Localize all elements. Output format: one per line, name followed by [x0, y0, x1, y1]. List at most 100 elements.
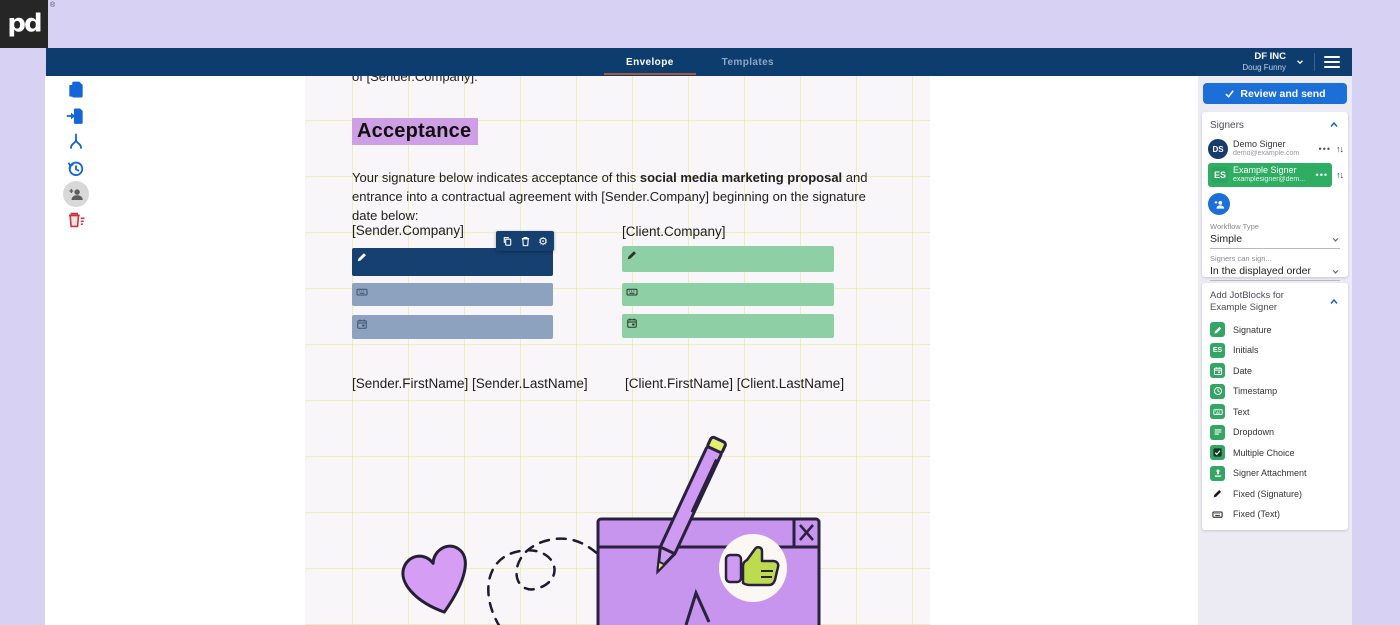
avatar: DS: [1208, 139, 1228, 159]
jotblock-date[interactable]: Date: [1202, 361, 1348, 382]
logo-text: pd: [7, 9, 42, 39]
caret-down-icon: [1332, 269, 1339, 274]
signer-row-demo[interactable]: DS Demo Signer demo@example.com ••• ↑↓: [1202, 136, 1348, 162]
signer-info[interactable]: Example Signer examplesigner@dem...: [1233, 165, 1311, 184]
add-person-icon: [1214, 200, 1224, 209]
tab-envelope[interactable]: Envelope: [604, 48, 696, 76]
caret-down-icon: [1332, 237, 1339, 242]
jotblock-signature[interactable]: Signature: [1202, 320, 1348, 341]
duplicate-field-icon[interactable]: [502, 236, 513, 247]
jotblock-initials[interactable]: ES Initials: [1202, 340, 1348, 361]
client-name-line: [Client.FirstName] [Client.LastName]: [625, 376, 845, 391]
pen-icon: [1210, 322, 1225, 338]
workflow-type-value: Simple: [1210, 233, 1243, 245]
signer-name: Example Signer: [1233, 165, 1297, 176]
jotblock-label: Fixed (Text): [1233, 509, 1281, 520]
check-icon: [1225, 90, 1235, 98]
jotblock-label: Dropdown: [1233, 427, 1275, 438]
signer-email: examplesigner@dem...: [1233, 176, 1306, 184]
app-logo[interactable]: pd: [0, 0, 48, 48]
delete-icon[interactable]: [62, 207, 90, 233]
document-heading: Acceptance: [352, 118, 479, 145]
add-signer-button[interactable]: [1208, 193, 1230, 215]
jotblock-signer-attachment[interactable]: Signer Attachment: [1202, 463, 1348, 484]
field-settings-icon[interactable]: ⚙: [538, 236, 548, 247]
workspace: of [Sender.Company]. Acceptance Your sig…: [45, 76, 1352, 625]
document-paragraph: Your signature below indicates acceptanc…: [352, 168, 886, 225]
tab-templates[interactable]: Templates: [718, 48, 778, 76]
jotblocks-header-label: Add JotBlocks for Example Signer: [1210, 290, 1284, 315]
pen-icon: [357, 253, 366, 262]
calendar-icon: [357, 319, 367, 329]
chevron-up-icon[interactable]: [1328, 296, 1340, 308]
left-toolbar: [48, 77, 104, 233]
signers-card-header: Signers: [1202, 112, 1348, 136]
jotblocks-header-line1: Add JotBlocks for: [1210, 290, 1284, 301]
jotblock-fixed-signature[interactable]: Fixed (Signature): [1202, 484, 1348, 505]
signer-menu-icon[interactable]: •••: [1319, 144, 1331, 154]
jotblock-multiple-choice[interactable]: Multiple Choice: [1202, 443, 1348, 464]
add-signer-icon[interactable]: [63, 181, 89, 207]
checkbox-icon: [1210, 445, 1225, 461]
client-signature-field[interactable]: [622, 246, 834, 272]
account-user: Doug Funny: [1242, 62, 1286, 72]
chevron-up-icon[interactable]: [1328, 119, 1340, 131]
avatar: ES: [1212, 167, 1229, 183]
jotblock-fixed-text[interactable]: Fixed (Text): [1202, 504, 1348, 525]
reorder-arrows-icon[interactable]: ↑↓: [1336, 144, 1344, 154]
menu-icon[interactable]: [1324, 56, 1340, 68]
keyboard-outline-icon: [1210, 507, 1225, 522]
signer-email: demo@example.com: [1233, 150, 1300, 158]
nav-tabs: Envelope Templates: [604, 48, 778, 76]
initials-icon: ES: [1210, 342, 1225, 358]
account-company: DF INC: [1254, 50, 1286, 62]
heart-shape: [401, 544, 467, 614]
registered-trademark: ®: [50, 2, 56, 9]
chevron-down-icon[interactable]: [1295, 57, 1305, 67]
jotblock-label: Multiple Choice: [1233, 447, 1295, 458]
jotblock-text[interactable]: Text: [1202, 402, 1348, 423]
keyboard-icon: [356, 288, 368, 296]
jotblock-label: Signature: [1233, 324, 1272, 335]
document-canvas[interactable]: of [Sender.Company]. Acceptance Your sig…: [305, 76, 930, 625]
jotblock-label: Date: [1233, 365, 1253, 376]
paragraph-pre: Your signature below indicates acceptanc…: [352, 170, 640, 185]
reorder-arrows-icon[interactable]: ↑↓: [1336, 170, 1344, 180]
delete-field-icon[interactable]: [520, 236, 531, 247]
sender-text-field[interactable]: [352, 283, 553, 306]
signers-card: Signers DS Demo Signer demo@example.com …: [1202, 112, 1348, 281]
client-text-field[interactable]: [622, 283, 834, 306]
review-and-send-button[interactable]: Review and send: [1203, 83, 1347, 104]
jotblocks-card-header: Add JotBlocks for Example Signer: [1202, 283, 1348, 320]
jotblock-timestamp[interactable]: Timestamp: [1202, 381, 1348, 402]
jotblocks-card: Add JotBlocks for Example Signer Signatu…: [1202, 283, 1348, 530]
history-icon[interactable]: [62, 155, 90, 181]
list-icon: [1210, 424, 1225, 440]
review-button-label: Review and send: [1240, 87, 1326, 100]
signer-info[interactable]: Demo Signer demo@example.com: [1233, 139, 1314, 158]
highlighted-heading: Acceptance: [352, 118, 479, 145]
calendar-icon: [627, 318, 637, 328]
account-switcher[interactable]: DF INC Doug Funny: [1242, 50, 1286, 72]
document-clipped-text: of [Sender.Company].: [352, 76, 478, 84]
account-area: DF INC Doug Funny: [1242, 48, 1340, 76]
keyboard-icon: [626, 288, 638, 296]
sender-name-line: [Sender.FirstName] [Sender.LastName]: [352, 376, 588, 391]
client-date-field[interactable]: [622, 314, 834, 338]
right-panel: Review and send Signers DS Demo Signer d…: [1198, 76, 1352, 625]
jotblock-label: Signer Attachment: [1233, 468, 1307, 479]
sender-signature-field[interactable]: [352, 248, 553, 276]
sender-company-label: [Sender.Company]: [352, 223, 464, 238]
workflow-type-select[interactable]: Simple: [1210, 231, 1340, 249]
copy-document-icon[interactable]: [62, 77, 90, 103]
signer-menu-icon[interactable]: •••: [1316, 170, 1328, 180]
import-document-icon[interactable]: [62, 103, 90, 129]
navbar-divider: [1314, 53, 1315, 71]
sign-order-select[interactable]: In the displayed order: [1210, 263, 1340, 281]
workflow-branch-icon[interactable]: [62, 129, 90, 155]
sign-order-value: In the displayed order: [1210, 265, 1311, 277]
selected-signer-box[interactable]: ES Example Signer examplesigner@dem... •…: [1208, 163, 1332, 187]
jotblock-label: Timestamp: [1233, 386, 1278, 397]
jotblock-dropdown[interactable]: Dropdown: [1202, 422, 1348, 443]
sender-date-field[interactable]: [352, 315, 553, 339]
